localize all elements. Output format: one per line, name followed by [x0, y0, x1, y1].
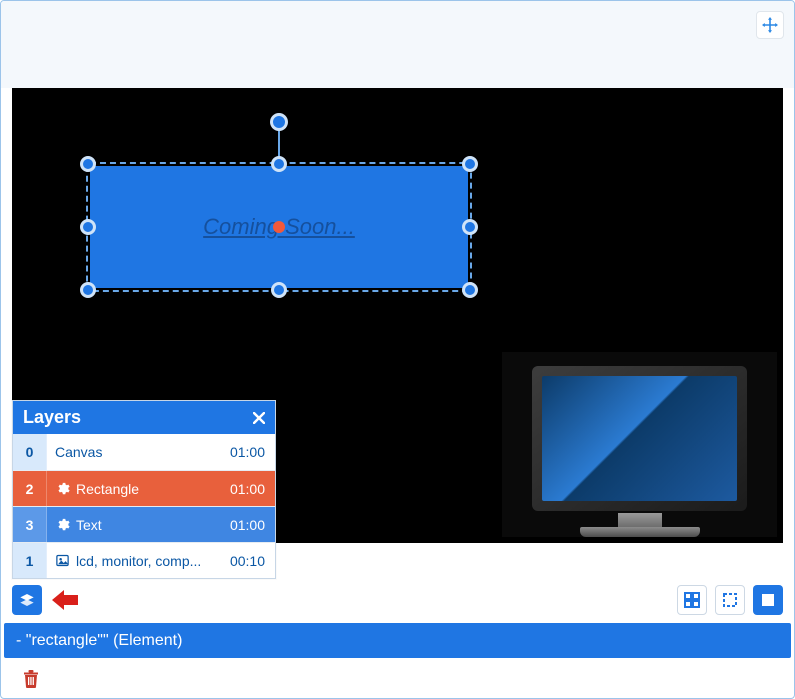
rotation-handle[interactable] — [270, 113, 288, 131]
layer-row-text[interactable]: 3 Text 01:00 — [13, 506, 275, 542]
layers-icon — [19, 592, 35, 608]
picture-icon — [55, 553, 70, 568]
layer-row-rectangle[interactable]: 2 Rectangle 01:00 — [13, 470, 275, 506]
bottom-row — [1, 660, 794, 698]
grid-view-button[interactable] — [677, 585, 707, 615]
status-bar: - "rectangle"" (Element) — [4, 623, 791, 658]
select-outline-button[interactable] — [715, 585, 745, 615]
move-icon — [762, 17, 778, 33]
monitor-illustration — [532, 366, 747, 537]
close-icon — [253, 412, 265, 424]
selected-rectangle-text: Coming Soon... — [90, 166, 468, 288]
layer-index: 3 — [13, 507, 47, 542]
stop-button[interactable] — [753, 585, 783, 615]
top-bar — [1, 1, 794, 88]
hint-arrow-icon — [52, 590, 78, 610]
toolbar — [12, 583, 783, 617]
layers-panel-close-button[interactable] — [253, 412, 265, 424]
layer-row-image[interactable]: 1 lcd, monitor, comp... 00:10 — [13, 542, 275, 578]
delete-button[interactable] — [23, 670, 39, 688]
layers-panel-title: Layers — [23, 407, 81, 428]
layer-time: 01:00 — [219, 481, 275, 497]
layer-time: 01:00 — [219, 517, 275, 533]
dashed-square-icon — [722, 592, 738, 608]
status-text: - "rectangle"" (Element) — [16, 632, 182, 650]
image-monitor[interactable] — [502, 352, 777, 537]
layers-toggle-button[interactable] — [12, 585, 42, 615]
trash-icon — [23, 670, 39, 688]
rotation-stem — [278, 122, 280, 164]
grid-icon — [684, 592, 700, 608]
gear-icon — [55, 481, 70, 496]
layer-index: 1 — [13, 543, 47, 578]
layer-label: Rectangle — [47, 481, 219, 497]
layer-label: Text — [47, 517, 219, 533]
layers-panel[interactable]: Layers 0 Canvas 01:00 2 Rectangle 01:00 … — [12, 400, 276, 579]
layer-index: 2 — [13, 471, 47, 506]
layers-panel-header[interactable]: Layers — [13, 401, 275, 434]
move-panel-button[interactable] — [756, 11, 784, 39]
gear-icon — [55, 517, 70, 532]
app-frame: Coming Soon... — [0, 0, 795, 699]
layer-index: 0 — [13, 434, 47, 470]
square-icon — [761, 593, 775, 607]
selected-rectangle[interactable]: Coming Soon... — [90, 166, 468, 288]
layer-row-canvas[interactable]: 0 Canvas 01:00 — [13, 434, 275, 470]
layer-label: lcd, monitor, comp... — [47, 553, 219, 569]
layer-label: Canvas — [47, 444, 219, 460]
layer-time: 01:00 — [219, 444, 275, 460]
layer-time: 00:10 — [219, 553, 275, 569]
